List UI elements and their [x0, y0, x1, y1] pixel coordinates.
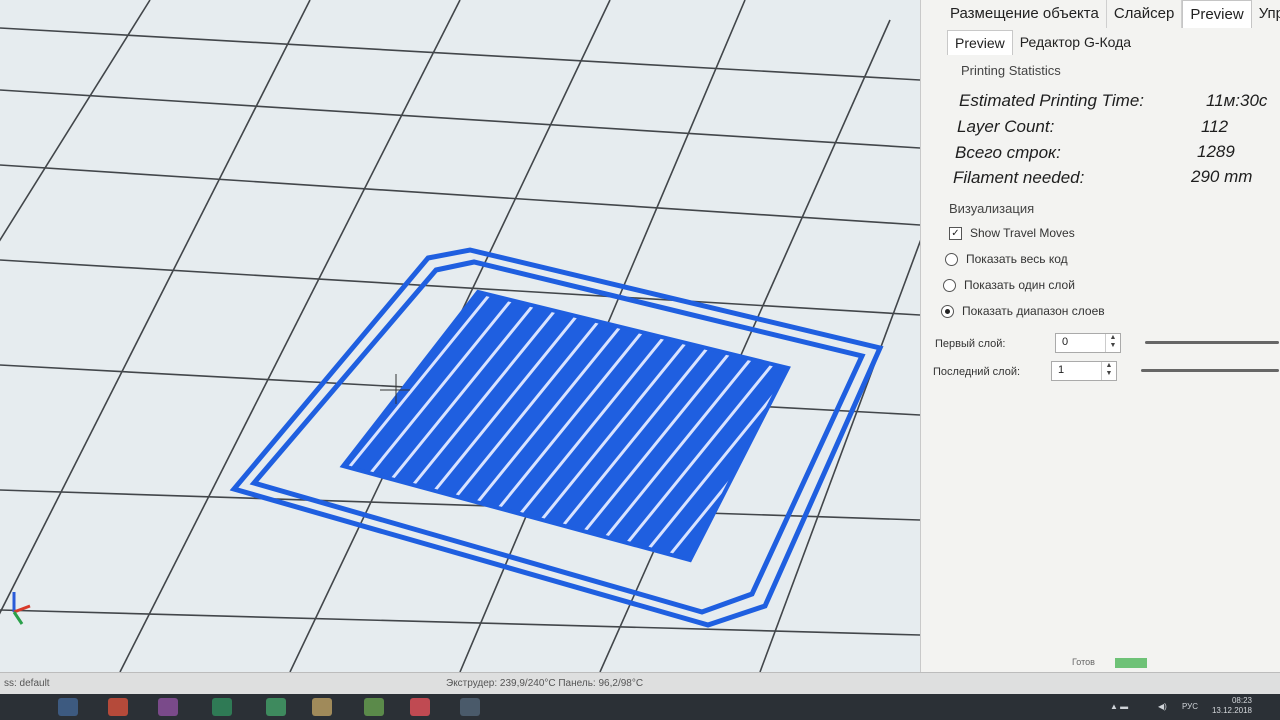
last-layer-spinner[interactable]: 1 ▲ ▼ [1051, 361, 1117, 381]
network-icon[interactable]: ▲ ▬ [1110, 702, 1128, 711]
axis-gizmo-icon [12, 592, 31, 625]
radio-show-layer-range-label: Показать диапазон слоев [962, 304, 1105, 318]
clock[interactable]: 08:23 13.12.2018 [1212, 696, 1252, 716]
build-plate-grid [0, 0, 920, 672]
spinner-arrows-icon[interactable]: ▲ ▼ [1105, 334, 1120, 352]
folder-icon[interactable] [58, 698, 78, 716]
radio-show-all-code-label: Показать весь код [966, 252, 1068, 266]
app-icon[interactable] [108, 698, 128, 716]
radio-icon [943, 278, 956, 292]
first-layer-slider[interactable] [1145, 341, 1279, 344]
print-preview-viewport[interactable] [0, 0, 920, 672]
preview-subtabs: Preview Редактор G-Кода [947, 30, 1138, 55]
show-travel-moves-checkbox[interactable]: ✓ Show Travel Moves [949, 226, 1075, 240]
infill-layer [339, 289, 791, 563]
radio-selected-icon [941, 304, 954, 318]
profile-status: ss: default [4, 678, 50, 689]
spinner-arrows-icon[interactable]: ▲ ▼ [1101, 362, 1116, 380]
stat-label-total-lines: Всего строк: [955, 143, 1061, 162]
app-icon[interactable] [460, 698, 480, 716]
status-bar: ss: default Экструдер: 239,9/240°C Панел… [0, 672, 1280, 695]
subtab-gcode-editor[interactable]: Редактор G-Кода [1013, 30, 1138, 55]
first-layer-label: Первый слой: [935, 338, 1006, 350]
ready-label: Готов [1072, 657, 1095, 667]
stat-value-total-lines: 1289 [1197, 142, 1235, 161]
checkbox-checked-icon: ✓ [949, 226, 962, 240]
tab-slicer[interactable]: Слайсер [1107, 0, 1183, 28]
temperature-status: Экструдер: 239,9/240°C Панель: 96,2/98°C [446, 678, 644, 689]
app-icon[interactable] [158, 698, 178, 716]
stat-label-print-time: Estimated Printing Time: [959, 91, 1145, 110]
first-layer-spinner[interactable]: 0 ▲ ▼ [1055, 333, 1121, 353]
last-layer-slider[interactable] [1141, 369, 1279, 372]
clock-time: 08:23 [1231, 696, 1252, 705]
language-indicator[interactable]: РУС [1182, 702, 1198, 711]
volume-icon[interactable]: ◀) [1158, 702, 1167, 711]
taskbar: ▲ ▬ ◀) РУС 08:23 13.12.2018 [0, 694, 1280, 720]
main-tabs: Размещение объекта Слайсер Preview Управ [943, 0, 1280, 28]
ready-indicator [1115, 658, 1147, 668]
app-icon[interactable] [312, 698, 332, 716]
last-layer-label: Последний слой: [933, 366, 1021, 378]
tab-preview[interactable]: Preview [1182, 0, 1252, 28]
stat-label-layer-count: Layer Count: [957, 117, 1055, 136]
stat-value-print-time: 11м:30с [1206, 91, 1268, 110]
printing-statistics-heading: Printing Statistics [961, 63, 1061, 78]
tab-control[interactable]: Управ [1252, 0, 1280, 28]
stat-label-filament: Filament needed: [953, 168, 1085, 187]
clock-date: 13.12.2018 [1211, 706, 1252, 715]
browser-icon[interactable] [212, 698, 232, 716]
radio-show-one-layer-label: Показать один слой [964, 278, 1075, 292]
printer-icon[interactable] [410, 698, 430, 716]
visualization-heading: Визуализация [949, 201, 1035, 216]
radio-show-all-code[interactable]: Показать весь код [945, 252, 1068, 266]
last-layer-value: 1 [1058, 364, 1065, 376]
show-travel-moves-label: Show Travel Moves [970, 226, 1075, 240]
radio-show-one-layer[interactable]: Показать один слой [943, 278, 1075, 292]
subtab-preview[interactable]: Preview [947, 30, 1013, 55]
tab-object-placement[interactable]: Размещение объекта [943, 0, 1107, 28]
app-icon[interactable] [364, 698, 384, 716]
app-icon[interactable] [266, 698, 286, 716]
first-layer-value: 0 [1062, 336, 1069, 348]
stat-value-filament: 290 mm [1191, 167, 1253, 186]
stat-value-layer-count: 112 [1201, 117, 1229, 136]
radio-icon [945, 252, 958, 266]
settings-panel: Размещение объекта Слайсер Preview Управ… [920, 0, 1280, 672]
radio-show-layer-range[interactable]: Показать диапазон слоев [941, 304, 1105, 318]
